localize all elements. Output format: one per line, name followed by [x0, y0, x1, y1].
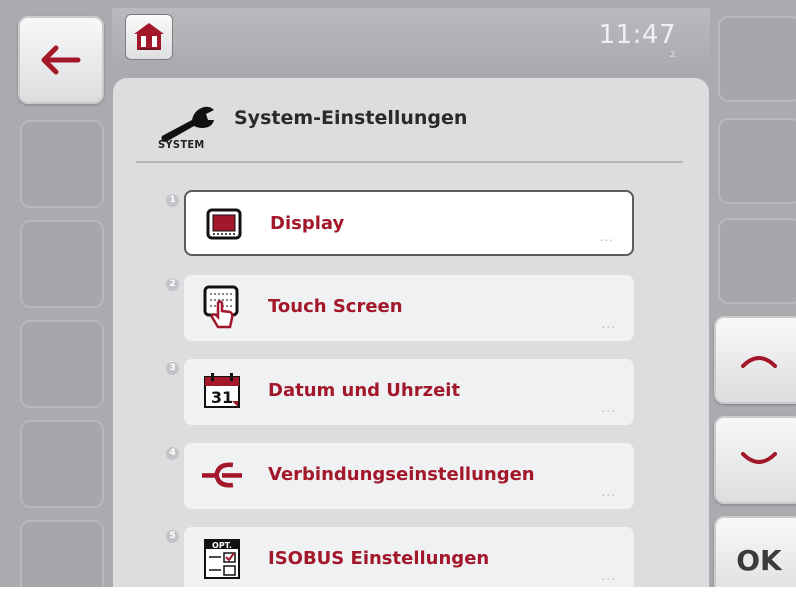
- connector-icon: [202, 455, 242, 495]
- more-indicator: ...: [599, 230, 614, 244]
- svg-text:OPT.: OPT.: [212, 541, 232, 550]
- more-indicator: ...: [601, 485, 616, 499]
- divider: [136, 161, 683, 163]
- list-item-verbindungseinstellungen[interactable]: Verbindungseinstellungen ...: [184, 443, 634, 509]
- item-label: Touch Screen: [268, 296, 403, 317]
- display-icon: [204, 204, 244, 244]
- item-index: 5: [166, 530, 179, 543]
- left-softkey-4[interactable]: [20, 320, 104, 408]
- left-softkey-2[interactable]: [20, 120, 104, 208]
- options-icon: OPT.: [202, 539, 242, 579]
- clock-sub: 2.: [670, 50, 678, 59]
- list-item-touch-screen[interactable]: Touch Screen ...: [184, 275, 634, 341]
- chevron-up-icon: [741, 356, 777, 368]
- page-title: System-Einstellungen: [234, 107, 468, 129]
- list-item-display[interactable]: Display ...: [184, 190, 634, 256]
- chevron-down-icon: [741, 452, 777, 464]
- ok-label: OK: [736, 543, 782, 577]
- more-indicator: ...: [601, 569, 616, 583]
- touch-screen-icon: [202, 285, 242, 329]
- system-icon-label: SYSTEM: [158, 138, 205, 151]
- item-index: 1: [166, 194, 179, 207]
- back-button[interactable]: [18, 16, 104, 104]
- more-indicator: ...: [601, 401, 616, 415]
- scroll-up-button[interactable]: [714, 316, 796, 404]
- calendar-icon: 31: [202, 371, 242, 411]
- ok-button[interactable]: OK: [714, 516, 796, 587]
- list-item-datum-und-uhrzeit[interactable]: 31 Datum und Uhrzeit ...: [184, 359, 634, 425]
- home-button[interactable]: [125, 14, 173, 60]
- item-label: Display: [270, 213, 345, 234]
- list-item-isobus-einstellungen[interactable]: OPT. ISOBUS Einstellungen ...: [184, 527, 634, 587]
- left-softkey-5[interactable]: [20, 420, 104, 508]
- home-icon: [134, 23, 164, 50]
- right-softkey-1[interactable]: [718, 16, 796, 102]
- scroll-down-button[interactable]: [714, 416, 796, 504]
- clock: 11:47: [598, 20, 676, 50]
- terminal-screen: OK 11:47 2. SYSTEM System-Einstellungen …: [0, 0, 796, 587]
- left-softkey-3[interactable]: [20, 220, 104, 308]
- item-index: 3: [166, 362, 179, 375]
- right-softkey-2[interactable]: [718, 118, 796, 204]
- more-indicator: ...: [601, 317, 616, 331]
- item-label: ISOBUS Einstellungen: [268, 548, 490, 569]
- svg-text:31: 31: [211, 388, 233, 407]
- item-label: Verbindungseinstellungen: [268, 464, 535, 485]
- back-arrow-icon: [41, 45, 81, 75]
- left-softkey-6[interactable]: [20, 520, 104, 587]
- item-index: 4: [166, 447, 179, 460]
- item-label: Datum und Uhrzeit: [268, 380, 461, 401]
- item-index: 2: [166, 278, 179, 291]
- right-softkey-3[interactable]: [718, 218, 796, 304]
